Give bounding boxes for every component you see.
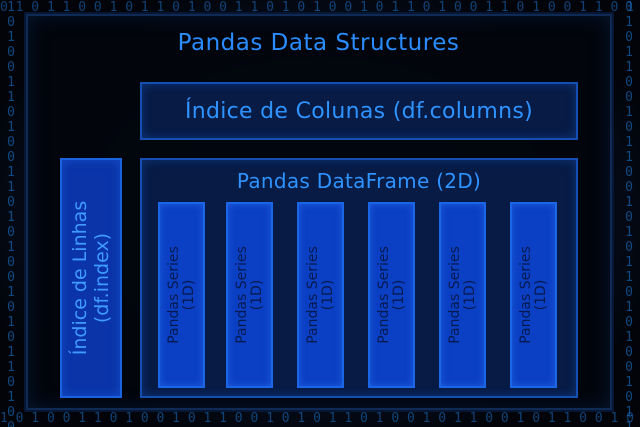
series-box: Pandas Series (1D) [297, 202, 344, 388]
series-label-line2: (1D) [461, 279, 478, 311]
column-index-box: Índice de Colunas (df.columns) [140, 82, 578, 140]
series-label-line1: Pandas Series [165, 246, 182, 344]
series-label: Pandas Series (1D) [233, 246, 265, 344]
series-label: Pandas Series (1D) [304, 246, 336, 344]
series-box: Pandas Series (1D) [439, 202, 486, 388]
series-box: Pandas Series (1D) [158, 202, 205, 388]
series-label-line2: (1D) [248, 279, 265, 311]
dataframe-box: Pandas DataFrame (2D) Pandas Series (1D)… [140, 158, 578, 398]
series-label: Pandas Series (1D) [446, 246, 478, 344]
series-label: Pandas Series (1D) [375, 246, 407, 344]
series-label-line2: (1D) [390, 279, 407, 311]
dataframe-label: Pandas DataFrame (2D) [236, 169, 482, 193]
series-label-line1: Pandas Series [446, 246, 463, 344]
series-box: Pandas Series (1D) [226, 202, 273, 388]
row-index-box: Índice de Linhas (df.index) [60, 158, 122, 398]
series-box: Pandas Series (1D) [368, 202, 415, 388]
series-box: Pandas Series (1D) [510, 202, 557, 388]
row-index-label-line2: (df.index) [91, 232, 113, 324]
column-index-label: Índice de Colunas (df.columns) [184, 98, 534, 124]
series-label-line1: Pandas Series [375, 246, 392, 344]
series-label-line2: (1D) [180, 279, 197, 311]
row-index-label-line1: Índice de Linhas [69, 200, 91, 356]
series-label-line1: Pandas Series [304, 246, 321, 344]
row-index-label: Índice de Linhas (df.index) [69, 201, 113, 355]
series-label: Pandas Series (1D) [517, 246, 549, 344]
series-label-line1: Pandas Series [517, 246, 534, 344]
diagram-title: Pandas Data Structures [177, 30, 460, 56]
series-label-line2: (1D) [532, 279, 549, 311]
series-label-line1: Pandas Series [233, 246, 250, 344]
series-label-line2: (1D) [319, 279, 336, 311]
series-label: Pandas Series (1D) [165, 246, 197, 344]
